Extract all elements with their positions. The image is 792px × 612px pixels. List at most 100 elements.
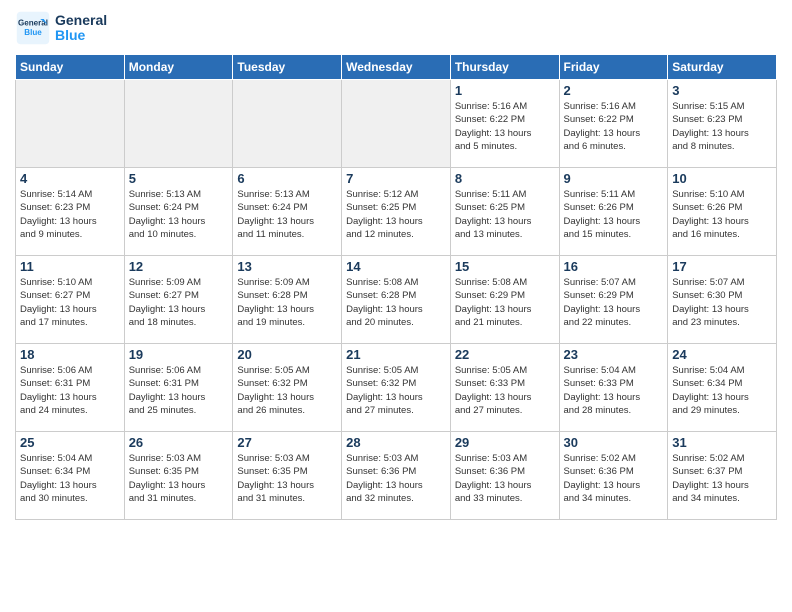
calendar-body: 1 Sunrise: 5:16 AM Sunset: 6:22 PM Daylig… (16, 80, 777, 520)
day-number: 14 (346, 259, 446, 274)
day-cell: 18 Sunrise: 5:06 AM Sunset: 6:31 PM Dayli… (16, 344, 125, 432)
day-cell: 24 Sunrise: 5:04 AM Sunset: 6:34 PM Dayli… (668, 344, 777, 432)
day-number: 29 (455, 435, 555, 450)
day-cell: 9 Sunrise: 5:11 AM Sunset: 6:26 PM Daylig… (559, 168, 668, 256)
day-info: Sunrise: 5:03 AM Sunset: 6:35 PM Dayligh… (129, 452, 229, 505)
day-cell: 11Sunrise: 5:10 AM Sunset: 6:27 PM Dayli… (16, 256, 125, 344)
day-number: 21 (346, 347, 446, 362)
day-number: 20 (237, 347, 337, 362)
day-cell: 29 Sunrise: 5:03 AM Sunset: 6:36 PM Dayli… (450, 432, 559, 520)
day-cell: 6Sunrise: 5:13 AM Sunset: 6:24 PM Daylig… (233, 168, 342, 256)
calendar-table: SundayMondayTuesdayWednesdayThursdayFrid… (15, 54, 777, 520)
day-cell: 26Sunrise: 5:03 AM Sunset: 6:35 PM Dayli… (124, 432, 233, 520)
day-cell: 7Sunrise: 5:12 AM Sunset: 6:25 PM Daylig… (342, 168, 451, 256)
day-cell: 27 Sunrise: 5:03 AM Sunset: 6:35 PM Dayli… (233, 432, 342, 520)
day-info: Sunrise: 5:14 AM Sunset: 6:23 PM Dayligh… (20, 188, 120, 241)
week-row-4: 18 Sunrise: 5:06 AM Sunset: 6:31 PM Dayli… (16, 344, 777, 432)
day-cell (233, 80, 342, 168)
day-info: Sunrise: 5:09 AM Sunset: 6:27 PM Dayligh… (129, 276, 229, 329)
day-info: Sunrise: 5:10 AM Sunset: 6:27 PM Dayligh… (20, 276, 120, 329)
day-cell (124, 80, 233, 168)
day-info: Sunrise: 5:13 AM Sunset: 6:24 PM Dayligh… (129, 188, 229, 241)
day-number: 23 (564, 347, 664, 362)
day-number: 19 (129, 347, 229, 362)
day-number: 18 (20, 347, 120, 362)
svg-text:Blue: Blue (24, 28, 42, 37)
day-cell: 21 Sunrise: 5:05 AM Sunset: 6:32 PM Dayli… (342, 344, 451, 432)
day-number: 1 (455, 83, 555, 98)
day-info: Sunrise: 5:16 AM Sunset: 6:22 PM Dayligh… (564, 100, 664, 153)
day-info: Sunrise: 5:05 AM Sunset: 6:33 PM Dayligh… (455, 364, 555, 417)
day-cell: 14Sunrise: 5:08 AM Sunset: 6:28 PM Dayli… (342, 256, 451, 344)
day-number: 3 (672, 83, 772, 98)
weekday-header-friday: Friday (559, 55, 668, 80)
weekday-header-saturday: Saturday (668, 55, 777, 80)
day-number: 10 (672, 171, 772, 186)
day-cell: 23 Sunrise: 5:04 AM Sunset: 6:33 PM Dayli… (559, 344, 668, 432)
day-number: 24 (672, 347, 772, 362)
day-number: 12 (129, 259, 229, 274)
weekday-header-thursday: Thursday (450, 55, 559, 80)
week-row-2: 4 Sunrise: 5:14 AM Sunset: 6:23 PM Daylig… (16, 168, 777, 256)
day-info: Sunrise: 5:05 AM Sunset: 6:32 PM Dayligh… (237, 364, 337, 417)
day-info: Sunrise: 5:11 AM Sunset: 6:25 PM Dayligh… (455, 188, 555, 241)
weekday-header-wednesday: Wednesday (342, 55, 451, 80)
day-number: 27 (237, 435, 337, 450)
day-info: Sunrise: 5:02 AM Sunset: 6:37 PM Dayligh… (672, 452, 772, 505)
day-info: Sunrise: 5:04 AM Sunset: 6:34 PM Dayligh… (20, 452, 120, 505)
day-info: Sunrise: 5:11 AM Sunset: 6:26 PM Dayligh… (564, 188, 664, 241)
day-cell: 8 Sunrise: 5:11 AM Sunset: 6:25 PM Daylig… (450, 168, 559, 256)
weekday-header-sunday: Sunday (16, 55, 125, 80)
day-cell: 22 Sunrise: 5:05 AM Sunset: 6:33 PM Dayli… (450, 344, 559, 432)
day-info: Sunrise: 5:03 AM Sunset: 6:36 PM Dayligh… (455, 452, 555, 505)
logo-text: General Blue (55, 13, 107, 44)
day-cell: 1 Sunrise: 5:16 AM Sunset: 6:22 PM Daylig… (450, 80, 559, 168)
day-cell: 30 Sunrise: 5:02 AM Sunset: 6:36 PM Dayli… (559, 432, 668, 520)
day-cell: 19Sunrise: 5:06 AM Sunset: 6:31 PM Dayli… (124, 344, 233, 432)
day-number: 5 (129, 171, 229, 186)
day-cell: 12 Sunrise: 5:09 AM Sunset: 6:27 PM Dayli… (124, 256, 233, 344)
day-cell (16, 80, 125, 168)
day-info: Sunrise: 5:08 AM Sunset: 6:29 PM Dayligh… (455, 276, 555, 329)
day-cell: 4 Sunrise: 5:14 AM Sunset: 6:23 PM Daylig… (16, 168, 125, 256)
day-info: Sunrise: 5:04 AM Sunset: 6:34 PM Dayligh… (672, 364, 772, 417)
day-cell (342, 80, 451, 168)
day-info: Sunrise: 5:02 AM Sunset: 6:36 PM Dayligh… (564, 452, 664, 505)
day-info: Sunrise: 5:05 AM Sunset: 6:32 PM Dayligh… (346, 364, 446, 417)
day-number: 13 (237, 259, 337, 274)
day-number: 30 (564, 435, 664, 450)
day-cell: 16 Sunrise: 5:07 AM Sunset: 6:29 PM Dayli… (559, 256, 668, 344)
logo: General Blue General Blue (15, 10, 107, 46)
week-row-5: 25 Sunrise: 5:04 AM Sunset: 6:34 PM Dayli… (16, 432, 777, 520)
day-info: Sunrise: 5:03 AM Sunset: 6:35 PM Dayligh… (237, 452, 337, 505)
day-cell: 17Sunrise: 5:07 AM Sunset: 6:30 PM Dayli… (668, 256, 777, 344)
header: General Blue General Blue (15, 10, 777, 46)
day-info: Sunrise: 5:03 AM Sunset: 6:36 PM Dayligh… (346, 452, 446, 505)
day-number: 16 (564, 259, 664, 274)
day-info: Sunrise: 5:16 AM Sunset: 6:22 PM Dayligh… (455, 100, 555, 153)
day-number: 22 (455, 347, 555, 362)
day-number: 8 (455, 171, 555, 186)
day-number: 4 (20, 171, 120, 186)
page: General Blue General Blue SundayMondayTu… (0, 0, 792, 612)
day-cell: 10 Sunrise: 5:10 AM Sunset: 6:26 PM Dayli… (668, 168, 777, 256)
day-number: 25 (20, 435, 120, 450)
day-cell: 2 Sunrise: 5:16 AM Sunset: 6:22 PM Daylig… (559, 80, 668, 168)
day-info: Sunrise: 5:10 AM Sunset: 6:26 PM Dayligh… (672, 188, 772, 241)
logo-icon: General Blue (15, 10, 51, 46)
weekday-header-tuesday: Tuesday (233, 55, 342, 80)
day-info: Sunrise: 5:06 AM Sunset: 6:31 PM Dayligh… (20, 364, 120, 417)
day-info: Sunrise: 5:07 AM Sunset: 6:29 PM Dayligh… (564, 276, 664, 329)
day-info: Sunrise: 5:15 AM Sunset: 6:23 PM Dayligh… (672, 100, 772, 153)
day-number: 9 (564, 171, 664, 186)
day-cell: 20 Sunrise: 5:05 AM Sunset: 6:32 PM Dayli… (233, 344, 342, 432)
day-number: 2 (564, 83, 664, 98)
day-cell: 25 Sunrise: 5:04 AM Sunset: 6:34 PM Dayli… (16, 432, 125, 520)
day-info: Sunrise: 5:04 AM Sunset: 6:33 PM Dayligh… (564, 364, 664, 417)
day-cell: 13 Sunrise: 5:09 AM Sunset: 6:28 PM Dayli… (233, 256, 342, 344)
day-number: 6 (237, 171, 337, 186)
weekday-row: SundayMondayTuesdayWednesdayThursdayFrid… (16, 55, 777, 80)
day-info: Sunrise: 5:07 AM Sunset: 6:30 PM Dayligh… (672, 276, 772, 329)
day-cell: 15Sunrise: 5:08 AM Sunset: 6:29 PM Dayli… (450, 256, 559, 344)
day-info: Sunrise: 5:09 AM Sunset: 6:28 PM Dayligh… (237, 276, 337, 329)
